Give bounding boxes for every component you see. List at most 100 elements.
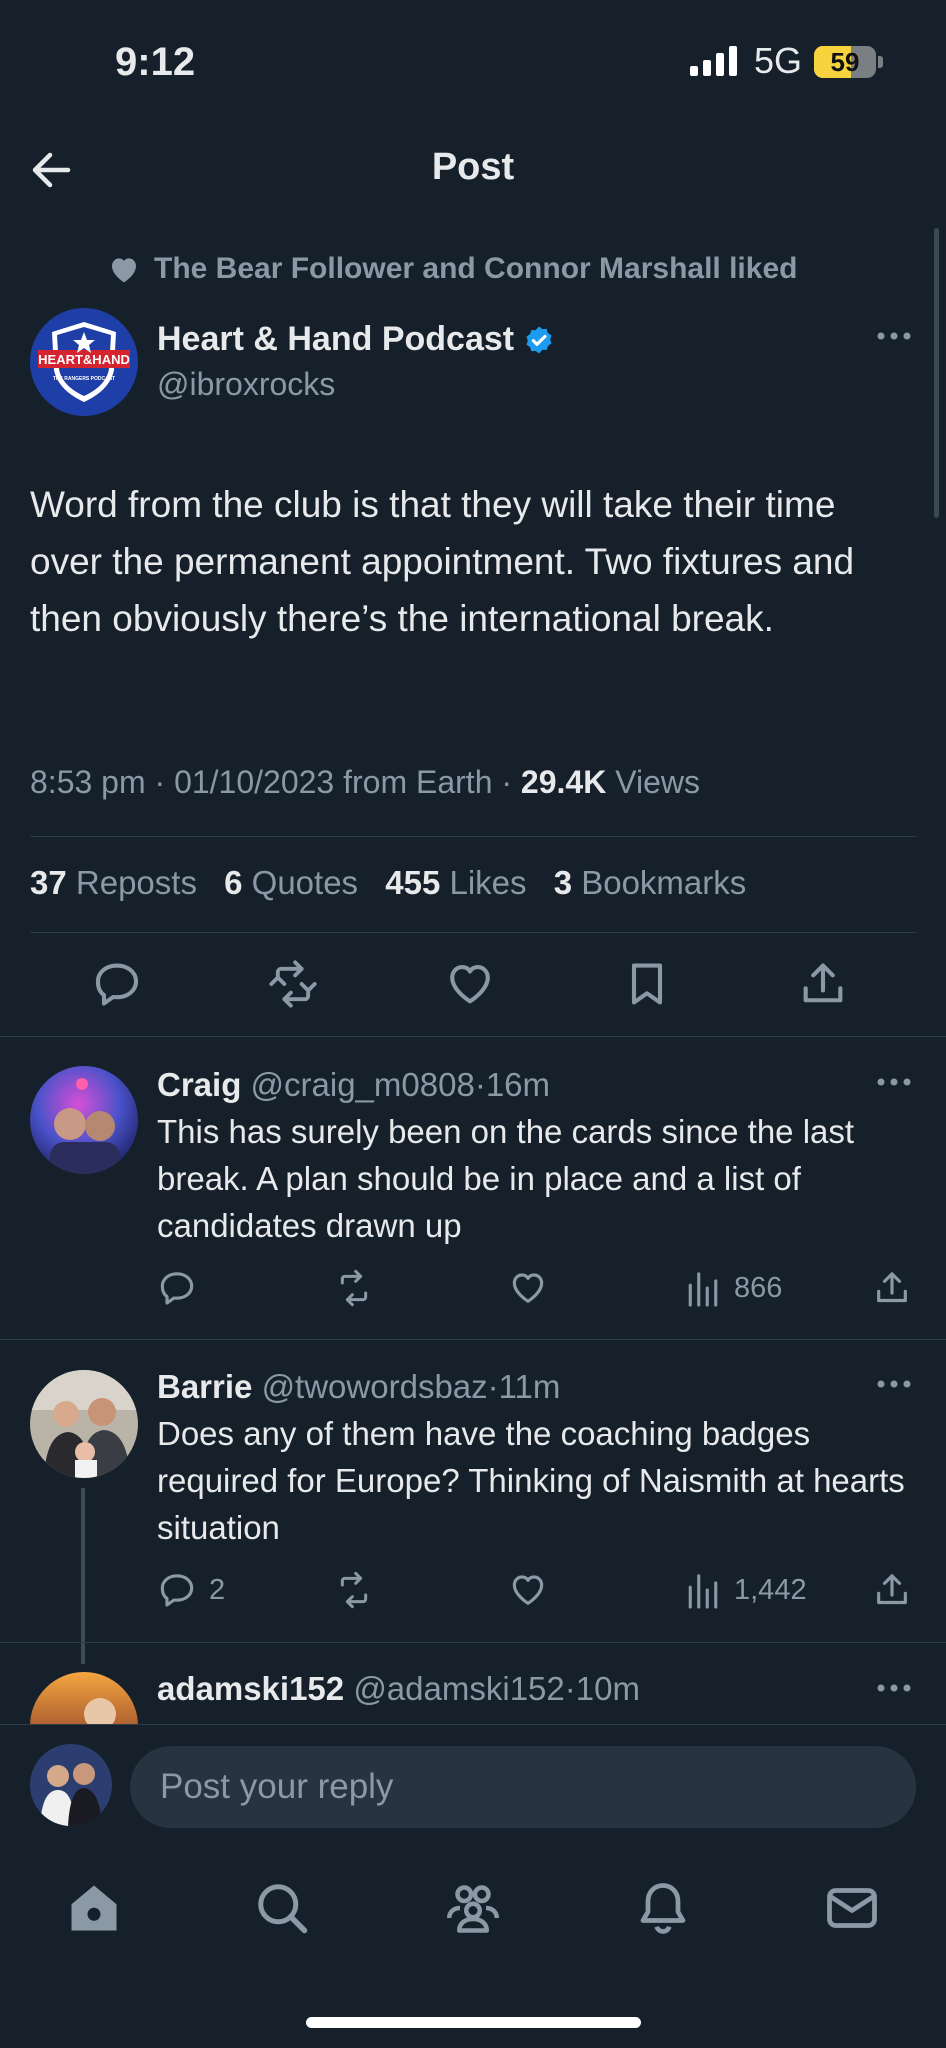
reply-author-name[interactable]: Barrie [157, 1368, 252, 1405]
reply-author-handle[interactable]: @craig_m0808 [251, 1066, 475, 1103]
reply-time[interactable]: 11m [499, 1368, 561, 1405]
post-metadata: 8:53 pm · 01/10/2023 from Earth · 29.4K … [30, 764, 700, 800]
avatar-logo-subtext: THE RANGERS PODCAST [53, 376, 115, 382]
search-icon [258, 1884, 308, 1934]
views-icon [688, 1272, 718, 1307]
reply-author-name[interactable]: Craig [157, 1066, 241, 1103]
home-icon [71, 1885, 117, 1931]
reply-action-share[interactable] [872, 1570, 912, 1610]
author-name-text: Heart & Hand Podcast [157, 320, 515, 358]
reply-time[interactable]: 10m [576, 1670, 640, 1707]
bookmark-button[interactable] [621, 958, 673, 1010]
reply-avatar[interactable] [30, 1370, 138, 1478]
divider [0, 1724, 946, 1725]
divider [0, 1036, 946, 1037]
reply-action-share[interactable] [872, 1268, 912, 1308]
reply-button[interactable] [91, 958, 143, 1010]
repost-icon [340, 1571, 368, 1609]
battery-level: 59 [830, 47, 860, 77]
reply-action-reply[interactable]: 2 [157, 1570, 225, 1610]
reply-more-button[interactable] [876, 1076, 912, 1088]
share-icon [877, 1272, 907, 1303]
scrollbar[interactable] [934, 228, 939, 518]
more-horizontal-icon [877, 332, 911, 340]
bell-icon [640, 1883, 686, 1934]
like-button[interactable] [444, 958, 496, 1010]
reply-author-name[interactable]: adamski152 [157, 1670, 344, 1707]
tab-search[interactable] [252, 1878, 312, 1938]
tab-notifications[interactable] [633, 1878, 693, 1938]
reply-icon [160, 1574, 194, 1607]
reply-action-repost[interactable] [333, 1570, 375, 1610]
divider [0, 1642, 946, 1643]
author-name[interactable]: Heart & Hand Podcast [157, 320, 556, 359]
social-context-text: The Bear Follower and Connor Marshall li… [154, 252, 798, 285]
reply-action-like[interactable] [508, 1268, 548, 1308]
reply-action-reply[interactable] [157, 1268, 197, 1308]
reply-header: Barrie @twowordsbaz·11m [157, 1368, 561, 1405]
status-time: 9:12 [115, 40, 196, 84]
more-horizontal-icon [877, 1078, 911, 1086]
tab-messages[interactable] [822, 1878, 882, 1938]
reply-more-button[interactable] [876, 1682, 912, 1694]
battery-icon: 59 [814, 46, 884, 78]
repost-button[interactable] [267, 958, 319, 1010]
bookmark-icon [631, 963, 663, 1005]
reply-input[interactable] [130, 1746, 916, 1828]
avatar-logo-text: HEART&HAND [38, 352, 130, 367]
bookmarks-stat[interactable]: 3 Bookmarks [554, 864, 747, 901]
likes-stat[interactable]: 455 Likes [385, 864, 526, 901]
reply-header: Craig @craig_m0808·16m [157, 1066, 551, 1103]
reply-text: Does any of them have the coaching badge… [157, 1415, 905, 1546]
reply-reply-count: 2 [209, 1573, 226, 1606]
reply-icon [95, 963, 139, 1006]
tab-communities[interactable] [443, 1878, 503, 1938]
network-type: 5G [754, 40, 803, 81]
divider [30, 836, 916, 837]
author-avatar[interactable]: HEART&HAND THE RANGERS PODCAST [30, 308, 138, 416]
author-handle[interactable]: @ibroxrocks [157, 366, 335, 403]
my-avatar[interactable] [30, 1744, 112, 1826]
post-source: from Earth [343, 764, 493, 800]
divider [0, 1339, 946, 1340]
social-context[interactable]: The Bear Follower and Connor Marshall li… [108, 252, 797, 286]
divider [30, 932, 916, 933]
page-title: Post [431, 146, 515, 188]
reply-header: adamski152 @adamski152·10m [157, 1670, 640, 1707]
share-button[interactable] [797, 958, 849, 1010]
reply-text: This has surely been on the cards since … [157, 1113, 855, 1244]
thread-connector [81, 1488, 85, 1664]
communities-icon [447, 1885, 499, 1933]
reply-action-repost[interactable] [333, 1268, 375, 1308]
reply-author-handle[interactable]: @twowordsbaz [262, 1368, 488, 1405]
post-text: Word from the club is that they will tak… [30, 484, 855, 639]
reply-action-like[interactable] [508, 1570, 548, 1610]
views-label: Views [615, 764, 700, 800]
reposts-stat[interactable]: 37 Reposts [30, 864, 197, 901]
reply-author-handle[interactable]: @adamski152 [353, 1670, 564, 1707]
more-horizontal-icon [877, 1684, 911, 1692]
reply-more-button[interactable] [876, 1378, 912, 1390]
reply-views-count: 1,442 [734, 1573, 807, 1606]
post-time[interactable]: 8:53 pm [30, 764, 146, 800]
reply-action-views[interactable]: 1,442 [686, 1570, 807, 1610]
views-icon [688, 1574, 718, 1609]
more-options-button[interactable] [876, 330, 912, 342]
repost-icon [340, 1269, 368, 1307]
reply-time[interactable]: 16m [486, 1066, 550, 1103]
reply-avatar[interactable] [30, 1066, 138, 1174]
tab-home[interactable] [64, 1878, 124, 1938]
heart-outline-icon [450, 965, 490, 1004]
mail-icon [827, 1888, 877, 1928]
share-icon [877, 1574, 907, 1605]
post-date[interactable]: 01/10/2023 [174, 764, 334, 800]
heart-outline-icon [512, 1273, 544, 1303]
heart-outline-icon [512, 1575, 544, 1605]
quotes-stat[interactable]: 6 Quotes [224, 864, 358, 901]
home-indicator[interactable] [306, 2017, 641, 2028]
more-horizontal-icon [877, 1380, 911, 1388]
reply-action-views[interactable]: 866 [686, 1268, 782, 1308]
signal-icon [690, 46, 740, 76]
reply-views-count: 866 [734, 1271, 783, 1304]
views-count: 29.4K [520, 764, 607, 800]
